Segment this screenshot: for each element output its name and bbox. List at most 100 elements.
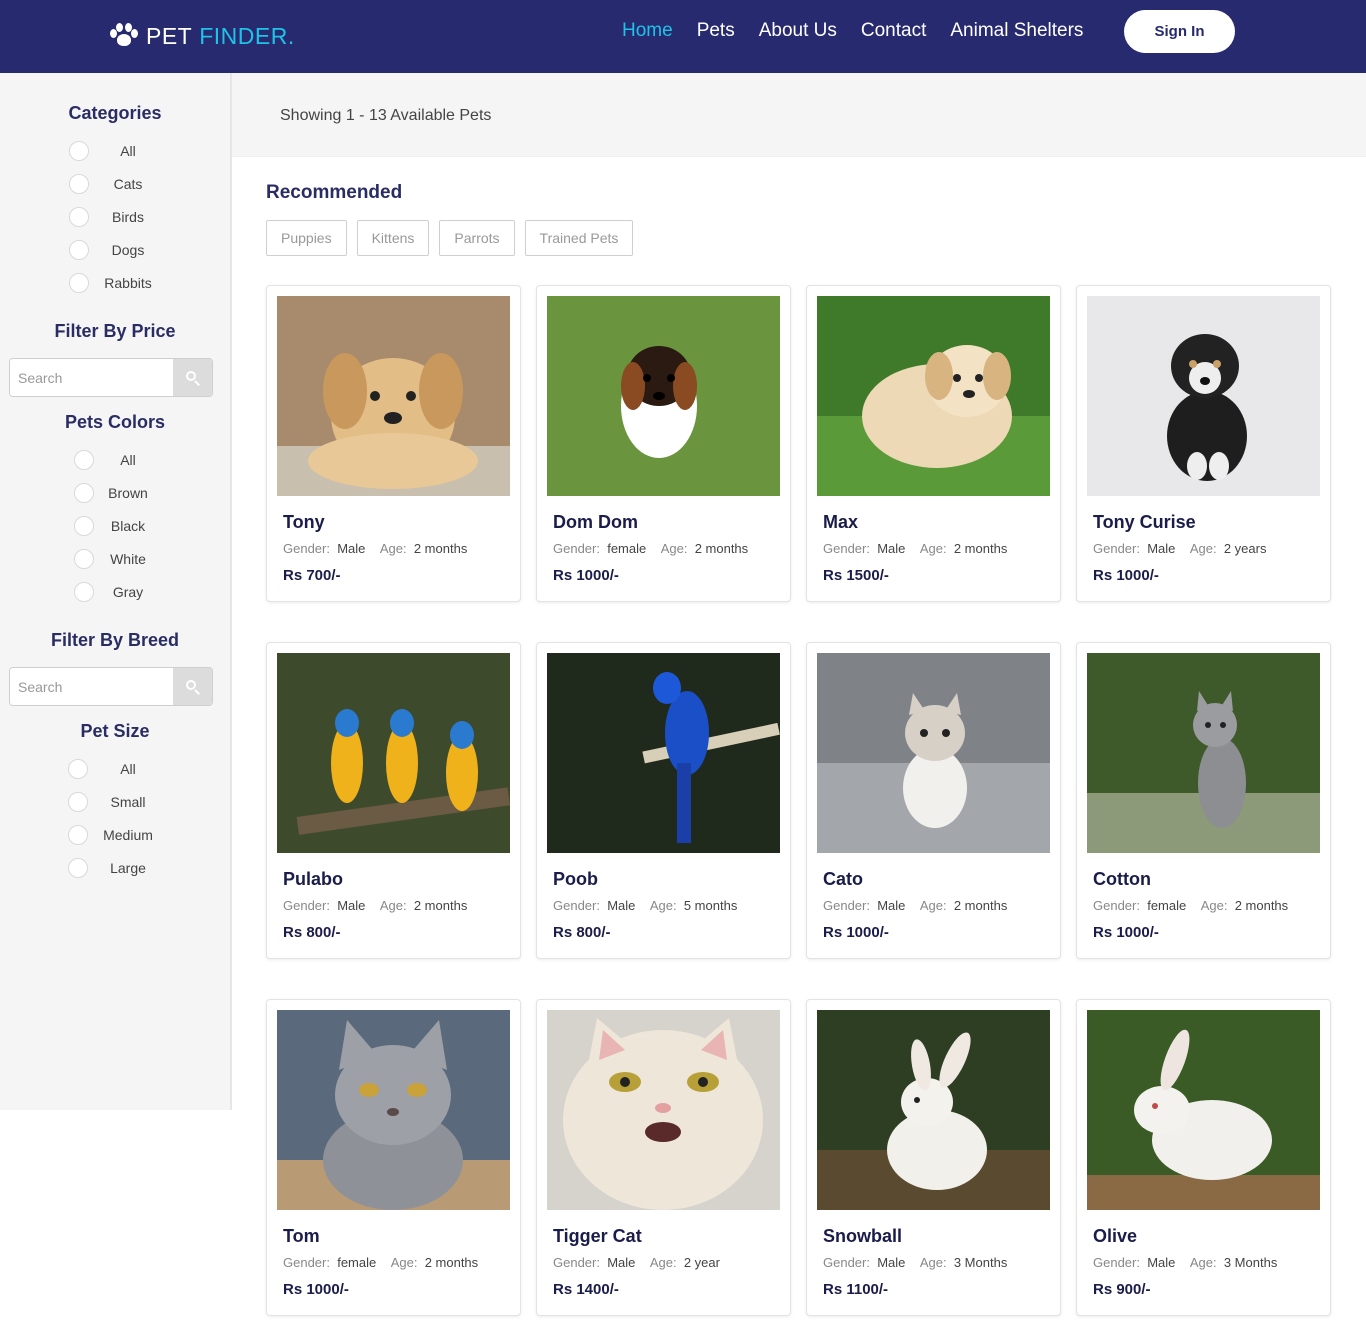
recommended-chips: Puppies Kittens Parrots Trained Pets <box>266 220 643 256</box>
pet-photo-rabbit <box>1087 1010 1320 1210</box>
pet-photo-kitten <box>817 653 1050 853</box>
pet-meta: Gender: Male Age: 2 months <box>823 541 1007 556</box>
category-option-cats[interactable]: Cats <box>0 174 230 196</box>
pet-meta: Gender: Male Age: 3 Months <box>1093 1255 1277 1270</box>
category-option-dogs[interactable]: Dogs <box>0 240 230 262</box>
pet-gender: Male <box>607 1255 636 1270</box>
chip-puppies[interactable]: Puppies <box>266 220 347 256</box>
pet-gender: Male <box>607 898 636 913</box>
pet-name: Snowball <box>823 1226 903 1246</box>
pet-meta: Gender: Male Age: 2 months <box>283 541 467 556</box>
pet-meta: Gender: Male Age: 5 months <box>553 898 737 913</box>
gender-label: Gender: <box>283 1255 330 1270</box>
nav-link-about-us[interactable]: About Us <box>759 20 837 42</box>
pet-age: 2 months <box>1234 898 1289 913</box>
pet-age: 3 Months <box>1223 1255 1278 1270</box>
pet-meta: Gender: female Age: 2 months <box>1093 898 1288 913</box>
pet-age: 2 months <box>953 541 1008 556</box>
pet-price: Rs 1000/- <box>823 924 889 941</box>
category-option-birds[interactable]: Birds <box>0 207 230 229</box>
nav-link-animal-shelters[interactable]: Animal Shelters <box>950 20 1083 42</box>
pet-gender: female <box>1147 898 1187 913</box>
brand-name-finder: FINDER. <box>199 22 295 49</box>
sign-in-button[interactable]: Sign In <box>1124 10 1235 53</box>
pet-card[interactable]: Tom Gender: female Age: 2 months Rs 1000… <box>266 999 521 1316</box>
pet-photo-parrots <box>277 653 510 853</box>
pet-name: Tony <box>283 512 325 532</box>
nav-link-contact[interactable]: Contact <box>861 20 926 42</box>
pet-age: 2 months <box>413 541 468 556</box>
chip-parrots[interactable]: Parrots <box>439 220 515 256</box>
results-count: Showing 1 - 13 Available Pets <box>280 107 492 124</box>
color-option-gray[interactable]: Gray <box>0 582 230 604</box>
pet-gender: Male <box>877 541 906 556</box>
pet-meta: Gender: Male Age: 3 Months <box>823 1255 1007 1270</box>
pet-photo-puppy <box>1087 296 1320 496</box>
pet-name: Olive <box>1093 1226 1138 1246</box>
pet-card[interactable]: Pulabo Gender: Male Age: 2 months Rs 800… <box>266 642 521 959</box>
age-label: Age: <box>379 898 407 913</box>
pet-price: Rs 700/- <box>283 567 341 584</box>
size-option-small[interactable]: Small <box>0 792 230 814</box>
age-label: Age: <box>660 541 688 556</box>
color-option-black[interactable]: Black <box>0 516 230 538</box>
pet-card[interactable]: Max Gender: Male Age: 2 months Rs 1500/- <box>806 285 1061 602</box>
pet-age: 2 months <box>694 541 749 556</box>
nav-link-home[interactable]: Home <box>622 20 673 42</box>
pet-price: Rs 900/- <box>1093 1281 1151 1298</box>
gender-label: Gender: <box>283 541 330 556</box>
age-label: Age: <box>1189 1255 1217 1270</box>
category-option-rabbits[interactable]: Rabbits <box>0 273 230 295</box>
pet-photo-cat <box>547 1010 780 1210</box>
categories-title: Categories <box>68 103 162 123</box>
size-option-medium[interactable]: Medium <box>0 825 230 847</box>
pet-card[interactable]: Cato Gender: Male Age: 2 months Rs 1000/… <box>806 642 1061 959</box>
pet-gender: Male <box>1147 541 1176 556</box>
age-label: Age: <box>379 541 407 556</box>
pet-gender: female <box>607 541 647 556</box>
age-label: Age: <box>919 541 947 556</box>
pet-card[interactable]: Snowball Gender: Male Age: 3 Months Rs 1… <box>806 999 1061 1316</box>
pet-card[interactable]: Dom Dom Gender: female Age: 2 months Rs … <box>536 285 791 602</box>
pet-card[interactable]: Poob Gender: Male Age: 5 months Rs 800/- <box>536 642 791 959</box>
color-option-brown[interactable]: Brown <box>0 483 230 505</box>
pet-name: Poob <box>553 869 598 889</box>
gender-label: Gender: <box>823 541 870 556</box>
breed-search-input[interactable] <box>10 668 173 705</box>
age-label: Age: <box>1189 541 1217 556</box>
chip-kittens[interactable]: Kittens <box>356 220 430 256</box>
color-option-all[interactable]: All <box>0 450 230 472</box>
pet-gender: Male <box>877 898 906 913</box>
filter-by-breed-title: Filter By Breed <box>50 630 180 650</box>
gender-label: Gender: <box>823 1255 870 1270</box>
pet-card[interactable]: Cotton Gender: female Age: 2 months Rs 1… <box>1076 642 1331 959</box>
price-search <box>9 358 213 397</box>
breed-search-button[interactable] <box>173 668 212 705</box>
pet-card[interactable]: Tigger Cat Gender: Male Age: 2 year Rs 1… <box>536 999 791 1316</box>
pet-card[interactable]: Tony Gender: Male Age: 2 months Rs 700/- <box>266 285 521 602</box>
price-search-input[interactable] <box>10 359 173 396</box>
category-option-all[interactable]: All <box>0 141 230 163</box>
search-icon <box>186 370 200 386</box>
pet-age: 3 Months <box>953 1255 1008 1270</box>
nav-link-pets[interactable]: Pets <box>697 20 735 42</box>
chip-trained-pets[interactable]: Trained Pets <box>524 220 634 256</box>
brand-logo[interactable]: PET FINDER. <box>110 20 295 52</box>
pet-card[interactable]: Olive Gender: Male Age: 3 Months Rs 900/… <box>1076 999 1331 1316</box>
gender-label: Gender: <box>1093 1255 1140 1270</box>
pet-age: 2 months <box>424 1255 479 1270</box>
filter-by-price-title: Filter By Price <box>54 321 176 341</box>
pet-photo-parrot <box>547 653 780 853</box>
pet-gender: Male <box>337 541 366 556</box>
price-search-button[interactable] <box>173 359 212 396</box>
pet-photo-puppy <box>547 296 780 496</box>
pet-meta: Gender: female Age: 2 months <box>553 541 748 556</box>
color-option-white[interactable]: White <box>0 549 230 571</box>
pet-name: Cato <box>823 869 863 889</box>
pet-card[interactable]: Tony Curise Gender: Male Age: 2 years Rs… <box>1076 285 1331 602</box>
size-option-all[interactable]: All <box>0 759 230 781</box>
age-label: Age: <box>390 1255 418 1270</box>
results-bar: Showing 1 - 13 Available Pets <box>232 73 1366 157</box>
size-option-large[interactable]: Large <box>0 858 230 880</box>
age-label: Age: <box>1200 898 1228 913</box>
